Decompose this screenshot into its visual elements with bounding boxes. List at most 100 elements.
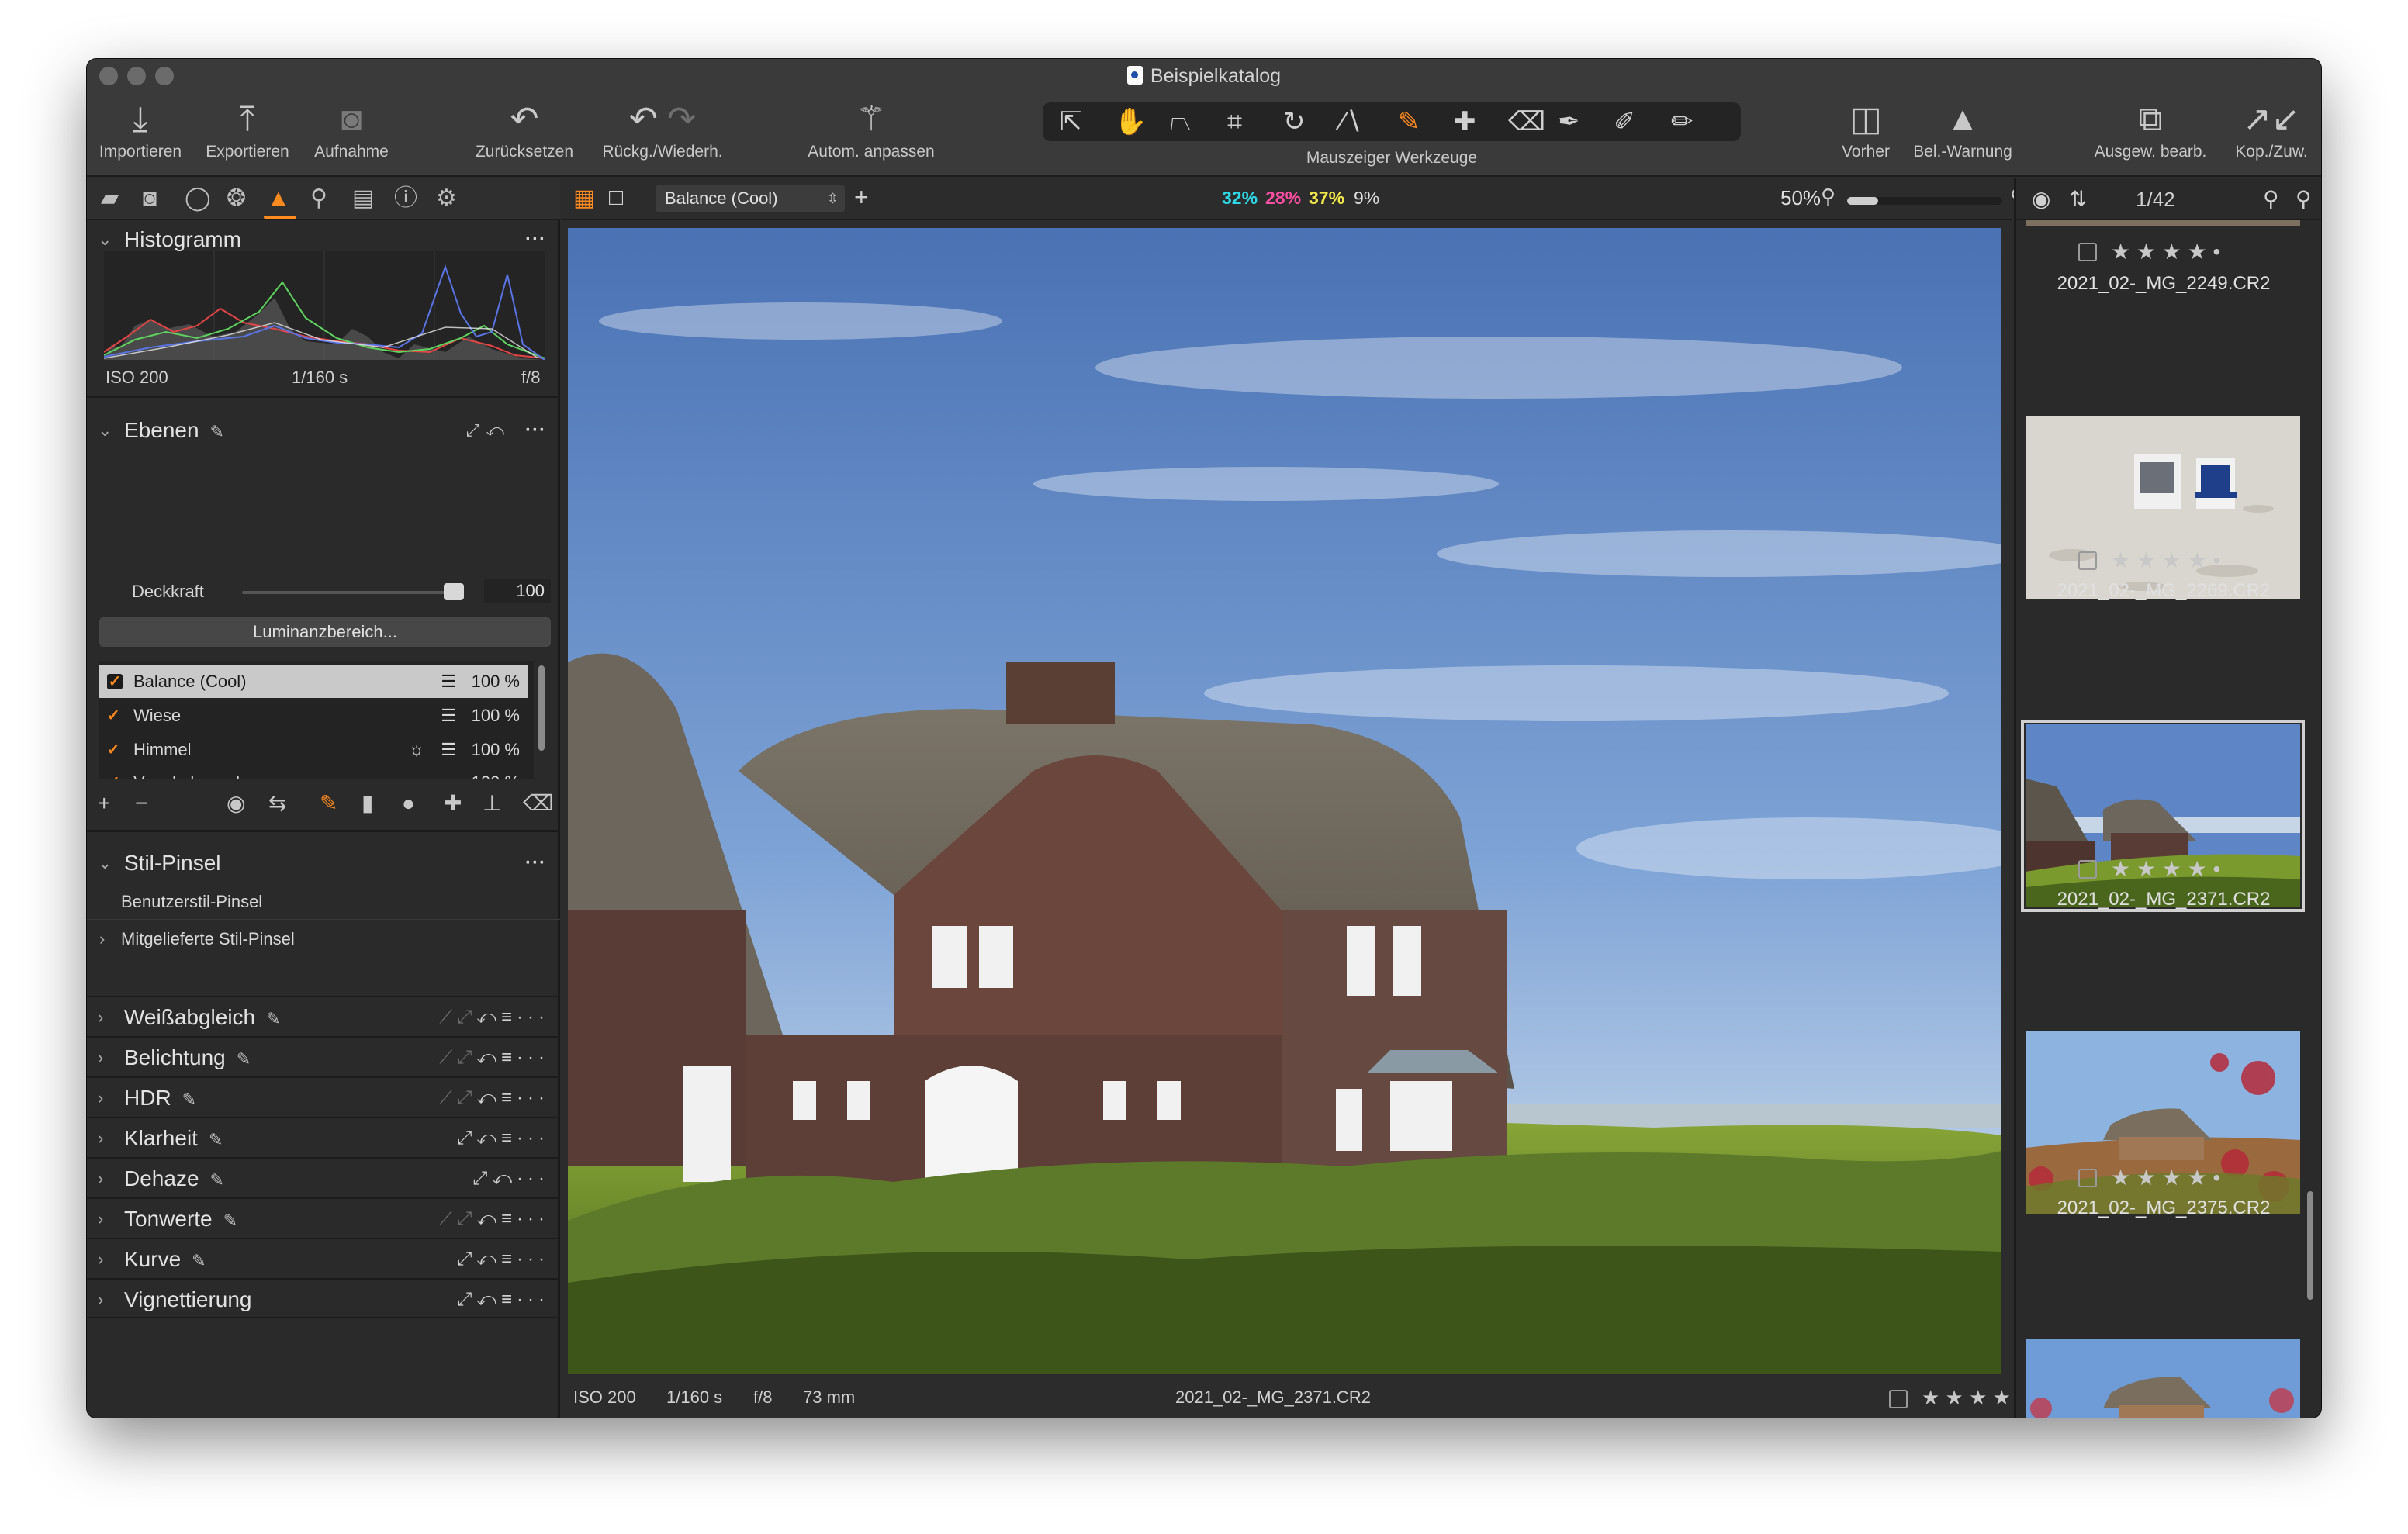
eraser-icon[interactable]: ⌫ [523,791,554,816]
layers-scrollbar[interactable] [538,665,545,751]
select-checkbox[interactable] [2078,1169,2097,1187]
pick-icon[interactable]: ⟋ [439,1208,457,1229]
crop-icon[interactable]: ⌗ [1227,105,1242,138]
layers-menu-button[interactable]: ··· [525,413,546,448]
radial-icon[interactable]: ● [402,791,415,816]
list-icon[interactable]: ≡ [501,1208,517,1229]
details-tab-icon[interactable]: ⚲ [310,185,327,212]
expand-icon[interactable]: ⤢ [457,1128,476,1149]
list-icon[interactable]: ≡ [501,1047,517,1068]
more-icon[interactable]: ··· [517,1007,549,1028]
select-checkbox[interactable] [2078,551,2097,570]
reset-icon[interactable]: ↶ [476,1128,501,1149]
list-icon[interactable]: ≡ [501,1289,517,1310]
more-icon[interactable]: ··· [517,1128,549,1149]
pick-icon[interactable]: ⟋ [439,1007,457,1028]
expand-icon[interactable]: ⤢ [457,1047,476,1068]
more-icon[interactable]: ··· [517,1249,549,1270]
select-checkbox[interactable] [2078,860,2097,879]
tool-dehaze[interactable]: › Dehaze ✎ ⤢↶··· [87,1157,560,1197]
swap-icon[interactable]: ⇆ [268,791,286,816]
reset-icon[interactable]: ↶ [492,1168,517,1189]
status-rating[interactable]: ★ ★ ★ ★ • [1922,1377,2012,1418]
thumbnail[interactable] [2026,220,2300,226]
layer-item[interactable]: ✓ Wiese ☰ 100 % [99,700,528,732]
reset-button[interactable]: ↶ Zurücksetzen [470,98,579,175]
reset-icon[interactable]: ↶ [476,1007,501,1028]
rotate-icon[interactable]: ↻ [1283,105,1306,138]
undo-redo-button[interactable]: ↶ ↷ Rückg./Wiederh. [593,98,732,175]
keystone-icon[interactable]: ⏢ [1170,105,1191,138]
checkbox[interactable]: ✓ [107,775,123,779]
multi-view-icon[interactable]: ▦ [573,185,595,212]
reset-icon[interactable]: ↶ [476,1289,501,1310]
list-icon[interactable]: ≡ [501,1128,517,1149]
thumbnail-rating[interactable]: ★ ★ ★ ★ • [2078,240,2249,264]
more-icon[interactable]: ··· [517,1289,549,1310]
capture-tab-icon[interactable]: ◙ [143,185,157,212]
tool-clarity[interactable]: › Klarheit ✎ ⤢↶≡··· [87,1117,560,1157]
thumbnail[interactable] [2026,1339,2300,1418]
thumbnail-rating[interactable]: ★ ★ ★ ★ • [2078,858,2249,881]
auto-adjust-button[interactable]: ⚚ Autom. anpassen [797,98,945,175]
straighten-icon[interactable]: ∕∖ [1341,105,1361,138]
import-button[interactable]: ⤓ Importieren [98,98,183,175]
annotate-icon[interactable]: ✐ [1614,105,1636,138]
eye-icon[interactable]: ◉ [2032,178,2050,220]
draw-mask-icon[interactable]: ✏ [1671,105,1694,138]
metadata-tab-icon[interactable]: ⓘ [394,185,417,212]
expand-icon[interactable]: ⤢ [466,420,486,440]
expand-icon[interactable]: ⤢ [457,1208,476,1229]
luminance-range-button[interactable]: Luminanzbereich... [99,617,551,647]
style-select[interactable]: Balance (Cool) ⇳ [656,185,845,212]
search-icon[interactable]: ⚲ [2263,178,2279,220]
style-brush-menu-button[interactable]: ··· [525,845,546,881]
thumbnail-rating[interactable]: ★ ★ ★ ★ • [2078,1166,2249,1190]
zoom-out-icon[interactable]: ⚲ [1821,185,1835,209]
heal-icon[interactable]: ✚ [1454,105,1476,138]
checkbox[interactable]: ✓ [107,708,123,724]
gradient-icon[interactable]: ▮ [362,791,373,816]
library-tab-icon[interactable]: ▰ [101,185,119,212]
pick-icon[interactable]: ⟋ [439,1047,457,1068]
pipette-icon[interactable]: ✎ [210,422,224,441]
layer-item[interactable]: ✓ Vogel abgeschossen 100 % [99,766,528,779]
pipette-icon[interactable]: ✎ [182,1090,196,1109]
zoom-icon[interactable]: ⚲ [2296,178,2312,220]
picker-icon[interactable]: ✒ [1558,105,1580,138]
more-icon[interactable]: ··· [517,1208,549,1229]
expand-icon[interactable]: ⤢ [457,1087,476,1108]
export-button[interactable]: ⤒ Exportieren [205,98,290,175]
style-brush-header[interactable]: ⌄ Stil-Pinsel ··· [87,845,560,881]
layer-item[interactable]: ✓ Himmel ☼ ☰ 100 % [99,734,528,766]
custom-style-brush[interactable]: Benutzerstil-Pinsel [87,884,560,920]
layers-header[interactable]: ⌄ Ebenen ✎ ⤢↶ ··· [87,413,560,448]
redo-icon[interactable]: ↷ [667,100,696,138]
builtin-style-brush[interactable]: › Mitgelieferte Stil-Pinsel [87,921,560,957]
heal-icon[interactable]: ✚ [444,791,462,816]
reset-icon[interactable]: ↶ [476,1208,501,1229]
expand-icon[interactable]: ⤢ [457,1007,476,1028]
expand-icon[interactable]: ⤢ [457,1249,476,1270]
sort-icon[interactable]: ⇅ [2069,178,2087,220]
lens-tab-icon[interactable]: ◯ [185,185,211,212]
expand-icon[interactable]: ⤢ [457,1289,476,1310]
more-icon[interactable]: ··· [517,1087,549,1108]
tool-vignetting[interactable]: › Vignettierung ⤢↶≡··· [87,1278,560,1318]
add-layer-icon[interactable]: + [98,791,110,816]
settings-tab-icon[interactable]: ⚙ [436,185,457,212]
checkbox[interactable]: ✓ [107,742,123,758]
layer-item[interactable]: ✓ Balance (Cool) ☰ 100 % [99,665,528,698]
eye-icon[interactable]: ◉ [227,791,245,816]
reset-icon[interactable]: ↶ [476,1047,501,1068]
tool-hdr[interactable]: › HDR ✎ ⟋⤢↶≡··· [87,1076,560,1117]
copy-apply-button[interactable]: ↗↙ Kop./Zuw. [2225,98,2318,175]
undo-icon[interactable]: ↶ [629,100,658,138]
pipette-icon[interactable]: ✎ [266,1009,280,1028]
adjustments-tab-icon[interactable]: ▤ [352,185,374,212]
tool-exposure[interactable]: › Belichtung ✎ ⟋⤢↶≡··· [87,1036,560,1076]
eraser-icon[interactable]: ⌫ [1508,105,1545,138]
thumbnail-rating[interactable]: ★ ★ ★ ★ • [2078,549,2249,572]
pipette-icon[interactable]: ✎ [223,1211,237,1230]
pipette-icon[interactable]: ✎ [192,1251,206,1270]
